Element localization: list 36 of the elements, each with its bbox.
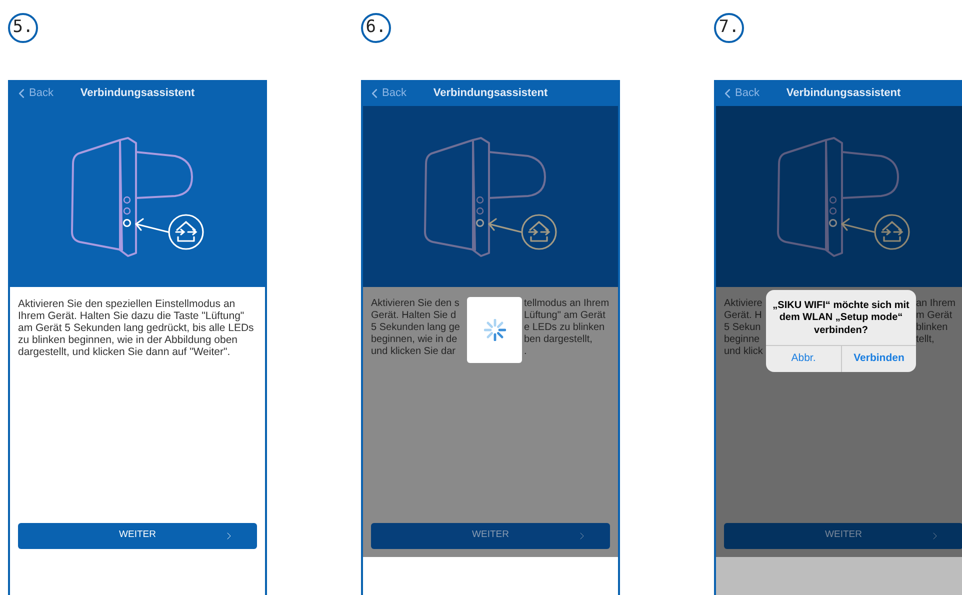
instruction-text: Lüftung" am Gerät <box>524 310 606 322</box>
back-button[interactable]: Back <box>14 85 54 102</box>
instruction-text: 5 Sekun <box>724 322 761 334</box>
step-number: 5. <box>8 13 38 42</box>
instruction-text: Gerät. H <box>724 310 762 322</box>
alert-button[interactable]: Abbr. <box>766 346 841 372</box>
instruction-text: Aktiviere <box>724 298 762 310</box>
instruction-text: Gerät. Halten Sie d <box>371 310 456 322</box>
instruction-text: beginne <box>724 334 760 346</box>
step-number: 7. <box>714 13 744 42</box>
instruction-text: tellt, <box>916 334 934 346</box>
spinner-icon <box>484 318 506 340</box>
screen-title: Verbindungsassistent <box>786 86 901 102</box>
back-button[interactable]: Back <box>367 85 406 102</box>
instruction-text: e LEDs zu blinken <box>524 322 605 334</box>
weiter-button[interactable]: WEITER <box>724 522 962 548</box>
instruction-text: m Gerät <box>916 310 952 322</box>
step-number: 6. <box>361 13 391 42</box>
weiter-button[interactable]: WEITER <box>18 522 257 548</box>
screen-title: Verbindungsassistent <box>80 86 195 102</box>
alert-button[interactable]: Verbinden <box>841 346 916 372</box>
back-button[interactable]: Back <box>720 85 760 102</box>
instruction-text: Aktivieren Sie den speziellen Einstellmodus an Ihrem Gerät. Halten Sie dazu die Taste "Lüftung" am Gerät 5 Sekunden lang gedrückt, bis alle LEDs zu blinken beginnen, wie in der Abbildung oben dargestellt, und klicken Sie dann auf "Weiter". <box>18 298 255 358</box>
instruction-text: und klick <box>724 346 763 358</box>
instruction-text: tellmodus an Ihrem <box>524 298 610 310</box>
instruction-text: und klicken Sie dar <box>371 346 456 358</box>
instruction-text: beginnen, wie in de <box>371 334 458 346</box>
instruction-text: an Ihrem <box>916 298 956 310</box>
instruction-text: 5 Sekunden lang ge <box>371 322 460 334</box>
screen-title: Verbindungsassistent <box>433 86 548 102</box>
alert-message: „SIKU WIFI“ möchte sich mit dem WLAN „Setup mode“ verbinden? <box>772 298 910 338</box>
instruction-text: . <box>524 346 527 358</box>
weiter-button[interactable]: WEITER <box>371 522 610 548</box>
instruction-text: ben dargestellt, <box>524 334 592 346</box>
instruction-text: Aktivieren Sie den s <box>371 298 460 310</box>
instruction-text: blinken <box>916 322 948 334</box>
